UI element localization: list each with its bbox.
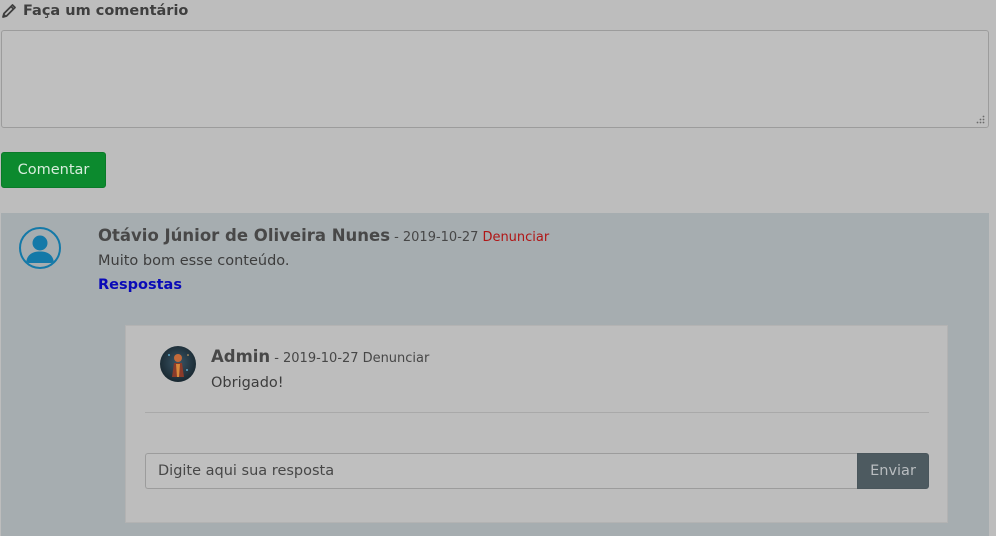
replies-card: Admin - 2019-10-27 Denunciar Obrigado! E… <box>125 325 948 523</box>
comment-report-link[interactable]: Denunciar <box>482 230 549 245</box>
comment-textarea[interactable] <box>2 31 988 127</box>
resize-grip-icon[interactable] <box>976 115 985 124</box>
user-avatar-icon <box>19 227 61 269</box>
reply-form: Enviar <box>145 453 929 489</box>
pencil-icon <box>2 4 16 18</box>
reply-report-link[interactable]: Denunciar <box>363 351 430 366</box>
admin-avatar-image <box>160 346 196 382</box>
comment-header: Otávio Júnior de Oliveira Nunes - 2019-1… <box>98 226 549 245</box>
send-reply-button[interactable]: Enviar <box>857 453 929 489</box>
reply-author: Admin <box>211 347 271 366</box>
reply-date: - 2019-10-27 <box>274 351 359 366</box>
comment-submit-button[interactable]: Comentar <box>1 152 106 188</box>
reply-header: Admin - 2019-10-27 Denunciar <box>211 347 429 366</box>
comment-textarea-wrapper <box>1 30 989 128</box>
reply-text: Obrigado! <box>211 375 284 391</box>
comment-text: Muito bom esse conteúdo. <box>98 253 290 269</box>
comment-form-title: Faça um comentário <box>23 3 189 19</box>
reply-input[interactable] <box>145 453 857 489</box>
comment-date: - 2019-10-27 <box>394 230 479 245</box>
comment-author: Otávio Júnior de Oliveira Nunes <box>98 226 391 245</box>
divider <box>145 412 929 413</box>
comment-form-heading: Faça um comentário <box>1 1 188 21</box>
comment-item: Otávio Júnior de Oliveira Nunes - 2019-1… <box>1 213 989 536</box>
replies-toggle-link[interactable]: Respostas <box>98 277 182 293</box>
